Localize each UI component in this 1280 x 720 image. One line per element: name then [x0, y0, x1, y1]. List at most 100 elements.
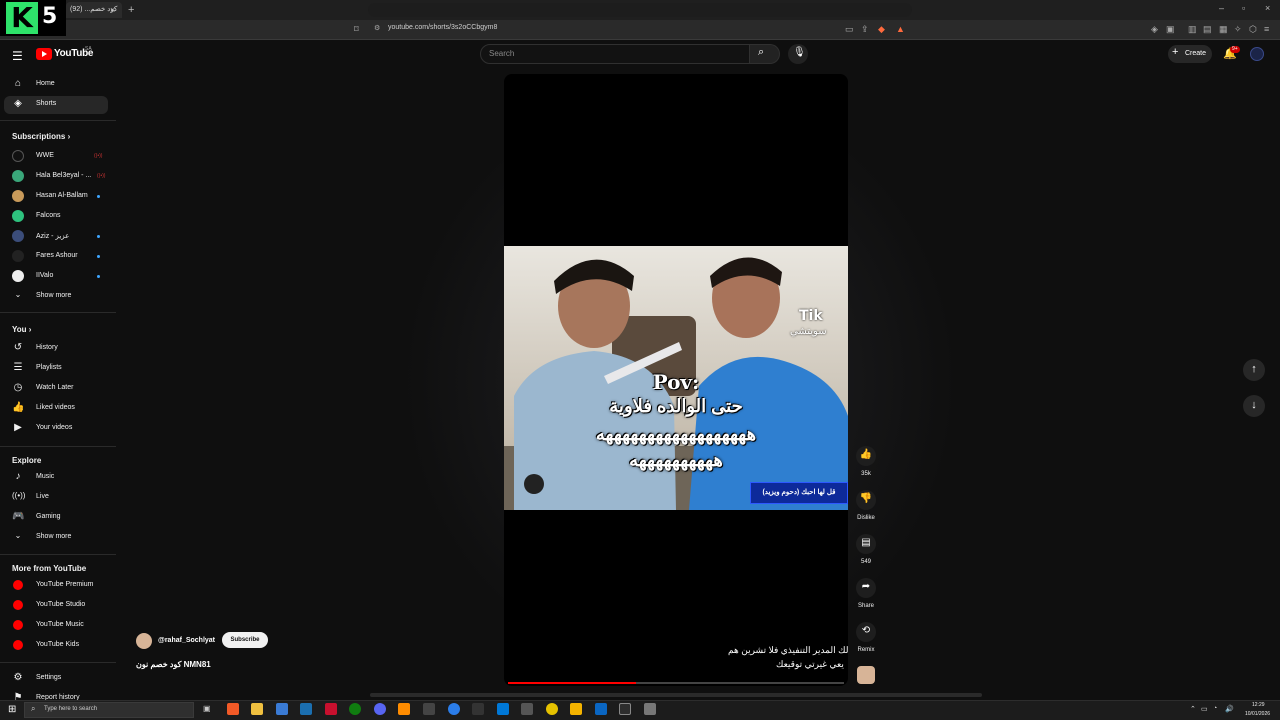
- sidebar-toggle-icon[interactable]: ▥: [1188, 24, 1197, 34]
- reader-icon[interactable]: ▤: [1203, 24, 1212, 34]
- caption-line: ههههههههههه: [629, 450, 723, 470]
- app-icon[interactable]: [325, 703, 337, 715]
- sidebar-item-subscription[interactable]: Aziz - عزيز: [4, 228, 108, 246]
- app-icon[interactable]: [595, 703, 607, 715]
- app-icon[interactable]: [546, 703, 558, 715]
- new-tab-icon[interactable]: +: [128, 2, 134, 18]
- sidebar-item-youtube-kids[interactable]: YouTube Kids: [4, 637, 108, 655]
- store-icon[interactable]: [276, 703, 288, 715]
- sidebar-item-subscription[interactable]: Fares Ashour: [4, 248, 108, 266]
- new-content-dot: [97, 275, 100, 278]
- tab-close-icon[interactable]: ×: [110, 2, 115, 18]
- bookmark-icon[interactable]: ⌑: [354, 24, 359, 34]
- subscribe-button[interactable]: Subscribe: [222, 632, 268, 648]
- sidebar-item-label: Playlists: [36, 364, 62, 371]
- app-icon[interactable]: [644, 703, 656, 715]
- account-avatar[interactable]: [1250, 47, 1264, 61]
- discord-icon[interactable]: [374, 703, 386, 715]
- wallet-icon[interactable]: ▣: [1166, 24, 1175, 34]
- comment-icon: ▤: [861, 537, 871, 548]
- channel-avatar[interactable]: [136, 633, 152, 649]
- vpn-icon[interactable]: ⬡: [1249, 24, 1257, 34]
- sidebar-item-shorts[interactable]: ◈ Shorts: [4, 96, 108, 114]
- channel-handle[interactable]: @rahaf_Sochlyat: [158, 637, 215, 644]
- wifi-icon[interactable]: ◔: [1213, 705, 1217, 712]
- horizontal-scrollbar[interactable]: [370, 693, 982, 697]
- divider: [0, 554, 116, 555]
- hamburger-menu-icon[interactable]: ☰: [12, 49, 23, 63]
- url-field[interactable]: [368, 3, 912, 17]
- site-info-icon[interactable]: ⚙: [374, 24, 380, 34]
- windows-start-icon[interactable]: ⊞: [8, 704, 16, 715]
- sidebar-item-live[interactable]: ((•)) Live: [4, 489, 108, 507]
- maximize-icon[interactable]: ▫: [1242, 3, 1245, 13]
- sidebar-item-watch-later[interactable]: ◷ Watch Later: [4, 380, 108, 398]
- steam-icon[interactable]: [300, 703, 312, 715]
- sidebar-item-home[interactable]: ⌂ Home: [4, 76, 108, 94]
- app-icon[interactable]: [497, 703, 509, 715]
- new-content-dot: [97, 235, 100, 238]
- sidebar-item-history[interactable]: ↺ History: [4, 340, 108, 358]
- sidebar-item-your-videos[interactable]: ▶ Your videos: [4, 420, 108, 438]
- network-icon[interactable]: ▭: [1201, 705, 1208, 713]
- sidebar-item-liked-videos[interactable]: 👍 Liked videos: [4, 400, 108, 418]
- lower-banner: قل لها احبك (دحوم ويزيد): [750, 482, 848, 504]
- cast-icon[interactable]: ▭: [845, 24, 854, 34]
- file-explorer-icon[interactable]: [251, 703, 263, 715]
- youtube-logo-icon[interactable]: [36, 48, 52, 60]
- app-icon[interactable]: [472, 703, 484, 715]
- sidebar-item-youtube-studio[interactable]: YouTube Studio: [4, 597, 108, 615]
- sidebar-item-gaming[interactable]: 🎮 Gaming: [4, 509, 108, 527]
- sidebar-item-youtube-premium[interactable]: YouTube Premium: [4, 577, 108, 595]
- search-icon[interactable]: ⌕: [758, 46, 764, 59]
- rewards-icon[interactable]: ▲: [896, 24, 905, 34]
- brave-shield-icon[interactable]: ◆: [878, 24, 885, 34]
- divider: [0, 312, 116, 313]
- chrome-icon[interactable]: [448, 703, 460, 715]
- sidebar-item-subscription[interactable]: Hasan Al-Ballam: [4, 188, 108, 206]
- explore-show-more[interactable]: ⌄ Show more: [4, 529, 108, 547]
- taskbar-time[interactable]: 12:29: [1252, 702, 1265, 708]
- tab-manager-icon[interactable]: ▦: [1219, 24, 1228, 34]
- sidebar-item-subscription[interactable]: IIValo: [4, 268, 108, 286]
- app-icon[interactable]: [423, 703, 435, 715]
- sidebar-item-subscription[interactable]: Hala Bel3eyal - ... ((•)): [4, 168, 108, 186]
- sidebar-item-music[interactable]: ♪ Music: [4, 469, 108, 487]
- you-heading[interactable]: You ›: [12, 325, 31, 334]
- app-icon[interactable]: [570, 703, 582, 715]
- tray-chevron-icon[interactable]: ⌃: [1190, 705, 1196, 713]
- video-frame[interactable]: Tik سويتشي Pov: حتى الوالده فلاوية ههههه…: [504, 246, 848, 510]
- puzzle-icon[interactable]: ✧: [1234, 24, 1242, 34]
- task-view-icon[interactable]: ▣: [203, 704, 211, 713]
- extension-icon[interactable]: ◈: [1151, 24, 1158, 34]
- sidebar-item-label: YouTube Studio: [36, 601, 86, 608]
- sound-avatar[interactable]: [857, 666, 875, 684]
- sidebar-item-subscription[interactable]: WWE ((•)): [4, 148, 108, 166]
- app-icon[interactable]: [521, 703, 533, 715]
- subscriptions-heading[interactable]: Subscriptions ›: [12, 132, 70, 141]
- new-content-dot: [97, 195, 100, 198]
- sidebar-item-settings[interactable]: ⚙ Settings: [4, 670, 108, 688]
- subscriptions-show-more[interactable]: ⌄ Show more: [4, 288, 108, 306]
- close-window-icon[interactable]: ×: [1265, 3, 1270, 13]
- app-icon[interactable]: [398, 703, 410, 715]
- sidebar-item-subscription[interactable]: Falcons: [4, 208, 108, 226]
- taskbar-date[interactable]: 10/01/2026: [1245, 711, 1270, 717]
- app-icon[interactable]: [619, 703, 631, 715]
- brave-browser-icon[interactable]: [227, 703, 239, 715]
- microphone-icon[interactable]: 🎙: [793, 47, 806, 58]
- xbox-icon[interactable]: [349, 703, 361, 715]
- address-bar: [0, 20, 1280, 40]
- watermark-text: Tik: [799, 308, 823, 324]
- share-page-icon[interactable]: ⇪: [861, 24, 869, 34]
- browser-menu-icon[interactable]: ≡: [1264, 24, 1269, 34]
- volume-icon[interactable]: 🔊: [1225, 705, 1234, 713]
- minimize-icon[interactable]: –: [1219, 3, 1224, 13]
- sidebar-item-youtube-music[interactable]: YouTube Music: [4, 617, 108, 635]
- sidebar-item-label: YouTube Premium: [36, 581, 94, 588]
- sidebar-item-label: Gaming: [36, 513, 61, 520]
- remix-icon: ⟲: [861, 625, 871, 636]
- channel-avatar: [12, 210, 24, 222]
- sidebar-item-playlists[interactable]: ☰ Playlists: [4, 360, 108, 378]
- share-arrow-icon: ➦: [861, 581, 871, 592]
